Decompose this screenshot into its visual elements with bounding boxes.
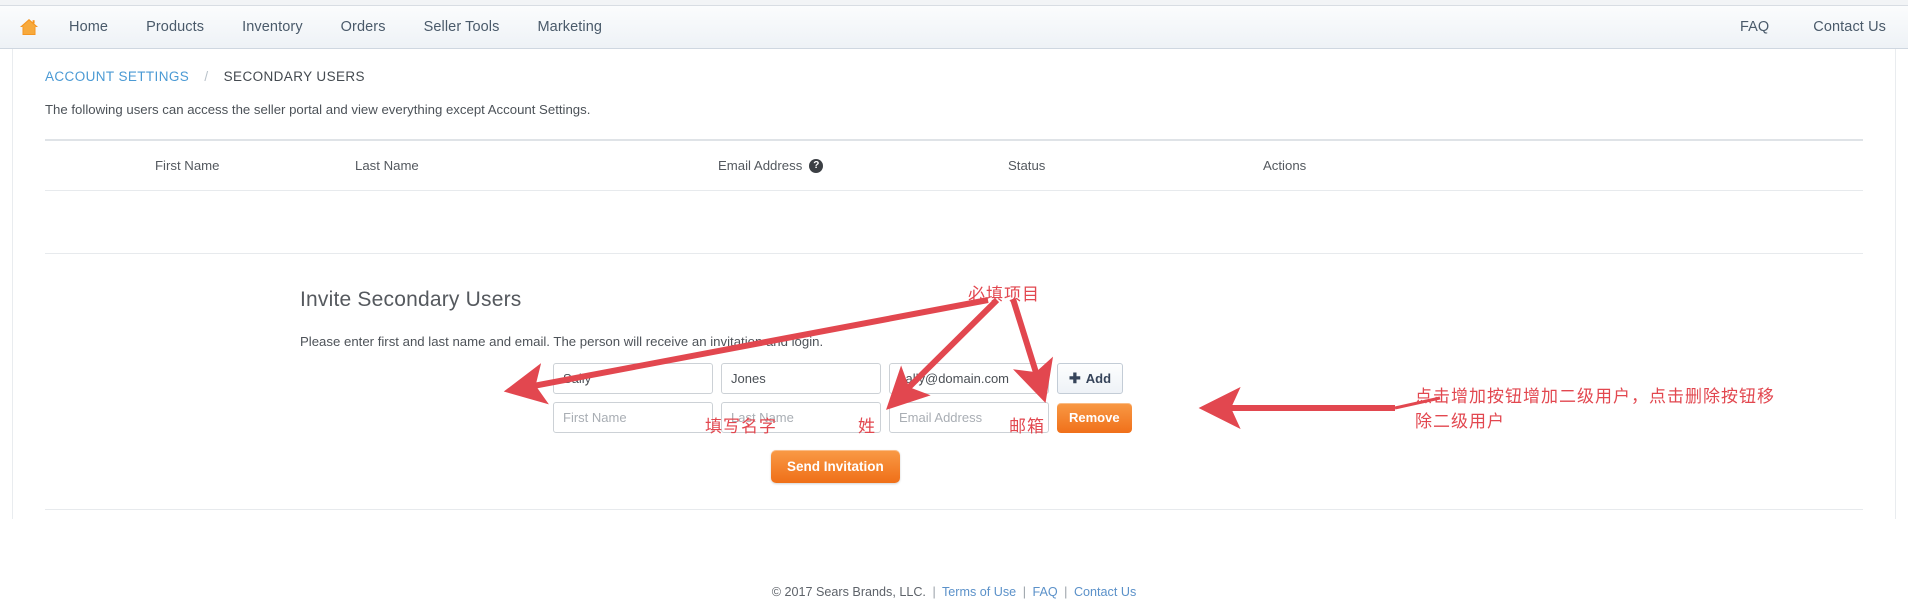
nav-item-seller-tools[interactable]: Seller Tools: [405, 19, 519, 35]
invite-subtitle: Please enter first and last name and ema…: [300, 334, 824, 349]
invite-row-1: ✚ Add: [553, 363, 1879, 394]
home-icon[interactable]: [18, 17, 40, 37]
nav-left-group: Home Products Inventory Orders Seller To…: [18, 17, 621, 37]
footer-separator-2: |: [1022, 585, 1026, 599]
send-invitation-button[interactable]: Send Invitation: [771, 450, 900, 483]
nav-item-home[interactable]: Home: [50, 19, 127, 35]
table-header-actions: Actions: [1263, 158, 1307, 173]
last-name-input-2[interactable]: [721, 402, 881, 433]
invite-row-2: Remove: [553, 402, 1879, 433]
footer-separator-1: |: [932, 585, 936, 599]
table-header-email-address: Email Address ?: [718, 158, 1008, 173]
footer-separator-3: |: [1064, 585, 1068, 599]
nav-item-faq[interactable]: FAQ: [1718, 19, 1791, 35]
table-header-first-name: First Name: [155, 158, 220, 173]
first-name-input-2[interactable]: [553, 402, 713, 433]
page-description: The following users can access the selle…: [45, 102, 591, 117]
table-header-email-label: Email Address: [718, 158, 803, 173]
nav-item-products[interactable]: Products: [127, 19, 223, 35]
email-input-1[interactable]: [889, 363, 1049, 394]
remove-user-button[interactable]: Remove: [1057, 402, 1132, 433]
footer-link-contact-us[interactable]: Contact Us: [1074, 585, 1136, 599]
content-container: ACCOUNT SETTINGS / SECONDARY USERS The f…: [0, 49, 1908, 519]
add-button-label: Add: [1085, 371, 1112, 386]
breadcrumb: ACCOUNT SETTINGS / SECONDARY USERS: [29, 49, 1879, 90]
content-panel: ACCOUNT SETTINGS / SECONDARY USERS The f…: [12, 49, 1896, 519]
page-root: Home Products Inventory Orders Seller To…: [0, 0, 1908, 611]
first-name-input-1[interactable]: [553, 363, 713, 394]
footer-link-terms-of-use[interactable]: Terms of Use: [942, 585, 1016, 599]
table-header-status: Status: [1008, 158, 1046, 173]
panel-bottom-divider: [45, 509, 1863, 510]
breadcrumb-separator: /: [204, 69, 209, 84]
nav-right-group: FAQ Contact Us: [1718, 19, 1886, 35]
send-invitation-wrapper: Send Invitation: [771, 450, 1879, 483]
secondary-users-table: First Name Last Name Email Address ? Sta…: [45, 139, 1863, 253]
table-header-last-name: Last Name: [355, 158, 419, 173]
breadcrumb-secondary-users: SECONDARY USERS: [223, 69, 365, 84]
table-body-empty: [45, 191, 1863, 253]
nav-item-inventory[interactable]: Inventory: [223, 19, 322, 35]
invite-secondary-users-section: Invite Secondary Users Please enter firs…: [45, 254, 1879, 483]
main-navigation: Home Products Inventory Orders Seller To…: [0, 6, 1908, 49]
invite-form-rows: ✚ Add Remove: [553, 363, 1879, 433]
add-user-button[interactable]: ✚ Add: [1057, 363, 1124, 394]
last-name-input-1[interactable]: [721, 363, 881, 394]
breadcrumb-account-settings[interactable]: ACCOUNT SETTINGS: [45, 69, 189, 84]
nav-item-contact-us[interactable]: Contact Us: [1791, 19, 1886, 35]
table-header-row: First Name Last Name Email Address ? Sta…: [45, 139, 1863, 191]
footer-copyright: © 2017 Sears Brands, LLC.: [771, 585, 926, 599]
nav-item-marketing[interactable]: Marketing: [518, 19, 621, 35]
page-footer: © 2017 Sears Brands, LLC. | Terms of Use…: [0, 585, 1908, 611]
invite-title: Invite Secondary Users: [300, 288, 522, 311]
nav-item-orders[interactable]: Orders: [322, 19, 405, 35]
email-input-2[interactable]: [889, 402, 1049, 433]
question-mark-icon[interactable]: ?: [809, 158, 824, 173]
footer-link-faq[interactable]: FAQ: [1032, 585, 1057, 599]
plus-icon: ✚: [1069, 370, 1081, 386]
